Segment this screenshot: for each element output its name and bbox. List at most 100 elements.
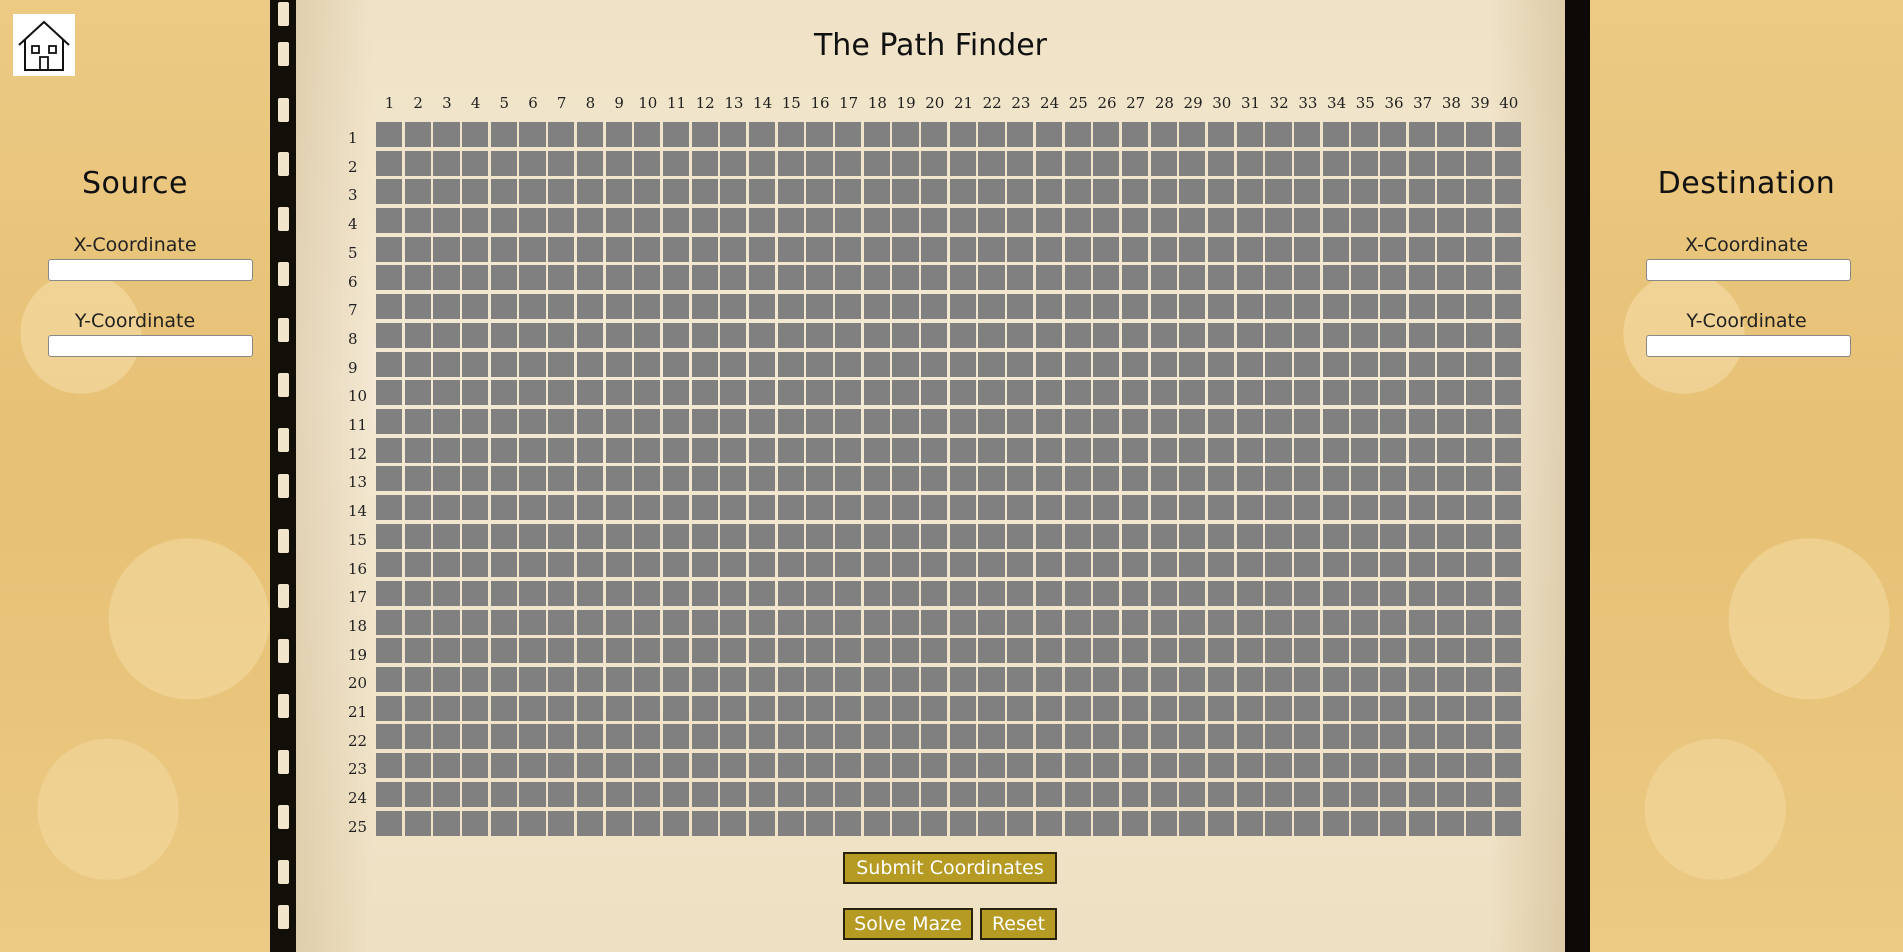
maze-cell[interactable] bbox=[1207, 609, 1235, 635]
maze-cell[interactable] bbox=[1150, 265, 1177, 291]
maze-cell[interactable] bbox=[576, 380, 603, 406]
maze-cell[interactable] bbox=[1466, 408, 1493, 434]
maze-cell[interactable] bbox=[462, 437, 489, 463]
maze-cell[interactable] bbox=[404, 494, 431, 520]
maze-cell[interactable] bbox=[634, 437, 661, 463]
maze-cell[interactable] bbox=[662, 351, 690, 377]
maze-cell[interactable] bbox=[1437, 724, 1464, 750]
maze-cell[interactable] bbox=[433, 753, 460, 779]
maze-cell[interactable] bbox=[1322, 638, 1349, 664]
maze-cell[interactable] bbox=[835, 638, 862, 664]
maze-cell[interactable] bbox=[892, 638, 919, 664]
maze-cell[interactable] bbox=[691, 437, 718, 463]
maze-cell[interactable] bbox=[777, 179, 804, 205]
maze-cell[interactable] bbox=[1294, 466, 1321, 492]
maze-cell[interactable] bbox=[1207, 322, 1235, 348]
maze-cell[interactable] bbox=[433, 638, 460, 664]
maze-cell[interactable] bbox=[662, 695, 690, 721]
maze-cell[interactable] bbox=[1351, 667, 1378, 693]
maze-cell[interactable] bbox=[1380, 294, 1407, 320]
maze-cell[interactable] bbox=[892, 609, 919, 635]
maze-cell[interactable] bbox=[1408, 437, 1435, 463]
maze-cell[interactable] bbox=[691, 638, 718, 664]
maze-cell[interactable] bbox=[720, 609, 747, 635]
maze-cell[interactable] bbox=[835, 810, 862, 836]
maze-cell[interactable] bbox=[490, 294, 517, 320]
maze-cell[interactable] bbox=[949, 208, 976, 234]
maze-cell[interactable] bbox=[835, 494, 862, 520]
maze-cell[interactable] bbox=[806, 581, 833, 606]
maze-cell[interactable] bbox=[576, 724, 603, 750]
maze-cell[interactable] bbox=[748, 466, 776, 492]
maze-cell[interactable] bbox=[1294, 294, 1321, 320]
maze-cell[interactable] bbox=[548, 236, 575, 262]
maze-cell[interactable] bbox=[1466, 380, 1493, 406]
maze-cell[interactable] bbox=[634, 322, 661, 348]
maze-cell[interactable] bbox=[1294, 753, 1321, 779]
maze-cell[interactable] bbox=[835, 351, 862, 377]
maze-cell[interactable] bbox=[1380, 581, 1407, 606]
maze-cell[interactable] bbox=[1322, 437, 1349, 463]
maze-cell[interactable] bbox=[1035, 466, 1062, 492]
maze-cell[interactable] bbox=[748, 437, 776, 463]
maze-cell[interactable] bbox=[1179, 609, 1206, 635]
maze-cell[interactable] bbox=[777, 724, 804, 750]
maze-cell[interactable] bbox=[662, 581, 690, 606]
maze-cell[interactable] bbox=[720, 638, 747, 664]
maze-cell[interactable] bbox=[1064, 581, 1091, 606]
maze-cell[interactable] bbox=[691, 408, 718, 434]
maze-cell[interactable] bbox=[490, 236, 517, 262]
maze-cell[interactable] bbox=[1007, 523, 1034, 549]
maze-cell[interactable] bbox=[1265, 667, 1292, 693]
maze-cell[interactable] bbox=[892, 208, 919, 234]
maze-cell[interactable] bbox=[921, 581, 948, 606]
maze-cell[interactable] bbox=[1380, 695, 1407, 721]
maze-cell[interactable] bbox=[462, 552, 489, 578]
maze-cell[interactable] bbox=[519, 552, 546, 578]
maze-cell[interactable] bbox=[691, 810, 718, 836]
maze-cell[interactable] bbox=[1064, 724, 1091, 750]
maze-cell[interactable] bbox=[949, 179, 976, 205]
maze-cell[interactable] bbox=[1007, 179, 1034, 205]
maze-cell[interactable] bbox=[1064, 122, 1091, 147]
maze-cell[interactable] bbox=[1150, 695, 1177, 721]
maze-cell[interactable] bbox=[863, 408, 890, 434]
maze-cell[interactable] bbox=[777, 523, 804, 549]
maze-cell[interactable] bbox=[1121, 667, 1149, 693]
maze-cell[interactable] bbox=[576, 638, 603, 664]
maze-cell[interactable] bbox=[863, 150, 890, 176]
maze-cell[interactable] bbox=[404, 351, 431, 377]
maze-cell[interactable] bbox=[1408, 523, 1435, 549]
maze-cell[interactable] bbox=[978, 236, 1005, 262]
maze-cell[interactable] bbox=[1380, 351, 1407, 377]
maze-cell[interactable] bbox=[1093, 781, 1120, 807]
maze-cell[interactable] bbox=[1121, 724, 1149, 750]
maze-cell[interactable] bbox=[1207, 466, 1235, 492]
maze-cell[interactable] bbox=[433, 781, 460, 807]
maze-cell[interactable] bbox=[691, 150, 718, 176]
maze-cell[interactable] bbox=[691, 609, 718, 635]
maze-cell[interactable] bbox=[1294, 437, 1321, 463]
maze-cell[interactable] bbox=[921, 523, 948, 549]
maze-cell[interactable] bbox=[605, 523, 632, 549]
maze-cell[interactable] bbox=[748, 408, 776, 434]
maze-cell[interactable] bbox=[1494, 552, 1521, 578]
maze-cell[interactable] bbox=[1150, 179, 1177, 205]
maze-cell[interactable] bbox=[806, 753, 833, 779]
maze-cell[interactable] bbox=[863, 437, 890, 463]
maze-cell[interactable] bbox=[1494, 265, 1521, 291]
maze-cell[interactable] bbox=[1179, 581, 1206, 606]
maze-cell[interactable] bbox=[1035, 122, 1062, 147]
maze-cell[interactable] bbox=[1322, 667, 1349, 693]
maze-cell[interactable] bbox=[1093, 494, 1120, 520]
maze-cell[interactable] bbox=[978, 351, 1005, 377]
maze-cell[interactable] bbox=[720, 523, 747, 549]
maze-cell[interactable] bbox=[1466, 351, 1493, 377]
maze-cell[interactable] bbox=[462, 236, 489, 262]
maze-cell[interactable] bbox=[806, 150, 833, 176]
maze-cell[interactable] bbox=[1437, 523, 1464, 549]
maze-cell[interactable] bbox=[1150, 122, 1177, 147]
maze-cell[interactable] bbox=[720, 810, 747, 836]
maze-cell[interactable] bbox=[806, 208, 833, 234]
maze-cell[interactable] bbox=[1179, 208, 1206, 234]
